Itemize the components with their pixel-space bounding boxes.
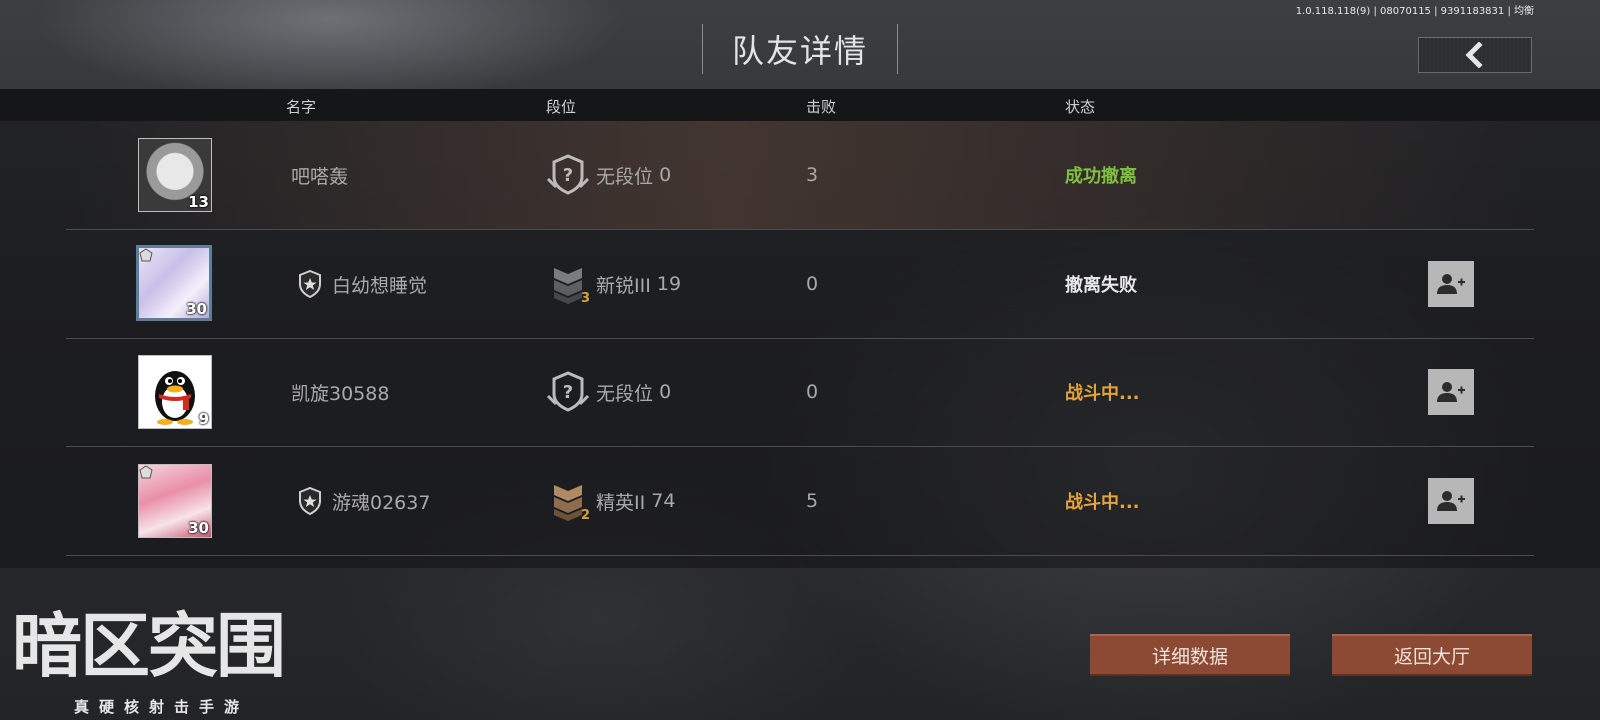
player-name-text: 吧嗒轰 [291, 165, 349, 188]
kills-value: 3 [806, 164, 819, 186]
rank-points: 0 [659, 381, 672, 403]
badge-icon [139, 465, 153, 479]
column-header-rank: 段位 [546, 98, 577, 116]
back-button[interactable] [1418, 37, 1532, 73]
player-name: 吧嗒轰 [291, 121, 348, 229]
column-header-kills: 击败 [806, 98, 837, 116]
player-name: 凯旋30588 [291, 338, 389, 446]
avatar[interactable]: 30 [136, 245, 212, 321]
elite-rank-icon: 2 [546, 479, 590, 523]
player-name-text: 白幼想睡觉 [332, 274, 428, 297]
rank-label: 精英II [596, 491, 646, 514]
level-badge: 30 [188, 519, 209, 537]
unknown-rank-icon: ? [546, 371, 590, 412]
player-name-text: 游魂02637 [332, 491, 431, 514]
kills-value: 0 [806, 381, 819, 403]
logo-subtitle: 真硬核射击手游 [74, 698, 250, 716]
column-header-name: 名字 [286, 98, 317, 116]
player-name: 游魂02637 [298, 447, 430, 555]
svg-text:?: ? [563, 165, 573, 186]
page-title-text: 队友详情 [731, 32, 868, 70]
avatar[interactable]: 30 [138, 464, 212, 538]
add-friend-button[interactable] [1428, 369, 1474, 415]
status-value: 战斗中... [1065, 492, 1140, 513]
level-badge: 9 [198, 410, 209, 428]
detailed-data-button[interactable]: 详细数据 [1090, 634, 1290, 676]
rank-label: 无段位 [596, 165, 654, 188]
add-friend-icon [1437, 491, 1465, 511]
kills-value: 5 [806, 490, 819, 512]
status-value: 撤离失败 [1065, 275, 1137, 296]
rank-label: 无段位 [596, 382, 654, 405]
add-friend-button[interactable] [1428, 478, 1474, 524]
rank-points: 74 [651, 490, 676, 512]
chevron-left-icon [1465, 42, 1483, 68]
return-lobby-button[interactable]: 返回大厅 [1332, 634, 1532, 676]
rank-cell: 2 精英II 74 [546, 447, 675, 555]
rank-cell: 3 新锐III 19 [546, 230, 681, 338]
table-header [0, 89, 1600, 121]
add-friend-icon [1437, 274, 1465, 294]
status-value: 成功撤离 [1065, 166, 1137, 187]
teammate-row: 9 凯旋30588 ? 无段位 0 0 战斗中... [66, 338, 1534, 447]
rank-label: 新锐III [596, 274, 651, 297]
kills-value: 0 [806, 273, 819, 295]
game-logo: 暗区突围 真硬核射击手游 [12, 604, 362, 716]
rookie-rank-icon: 3 [546, 262, 590, 306]
svg-text:?: ? [563, 382, 573, 403]
status-value: 战斗中... [1065, 383, 1140, 404]
level-badge: 13 [188, 193, 209, 211]
badge-icon [139, 248, 153, 262]
page-title: 队友详情 [702, 24, 898, 74]
version-text: 1.0.118.118(9) | 08070115 | 9391183831 |… [1295, 6, 1534, 17]
rank-cell: ? 无段位 0 [546, 121, 671, 229]
teammate-row: 13 吧嗒轰 ? 无段位 0 3 成功撤离 [66, 121, 1534, 230]
shield-star-icon [299, 270, 321, 298]
logo-title: 暗区突围 [12, 605, 286, 687]
rank-tier: 2 [580, 508, 590, 523]
unknown-rank-icon: ? [546, 154, 590, 195]
avatar[interactable]: 9 [138, 355, 212, 429]
add-friend-button[interactable] [1428, 261, 1474, 307]
rank-tier: 3 [580, 291, 590, 306]
rank-points: 0 [659, 164, 672, 186]
rank-points: 19 [656, 273, 682, 295]
shield-star-icon [299, 487, 321, 515]
avatar[interactable]: 13 [138, 138, 212, 212]
add-friend-icon [1437, 382, 1465, 402]
player-name-text: 凯旋30588 [291, 382, 390, 405]
player-name: 白幼想睡觉 [298, 230, 427, 338]
level-badge: 30 [186, 300, 207, 318]
teammate-row: 30 游魂02637 2 精英II 74 5 战斗中... [66, 447, 1534, 556]
column-header-status: 状态 [1065, 98, 1096, 116]
teammate-row: 30 白幼想睡觉 3 新锐III 19 0 撤离失败 [66, 230, 1534, 339]
rank-cell: ? 无段位 0 [546, 338, 671, 446]
